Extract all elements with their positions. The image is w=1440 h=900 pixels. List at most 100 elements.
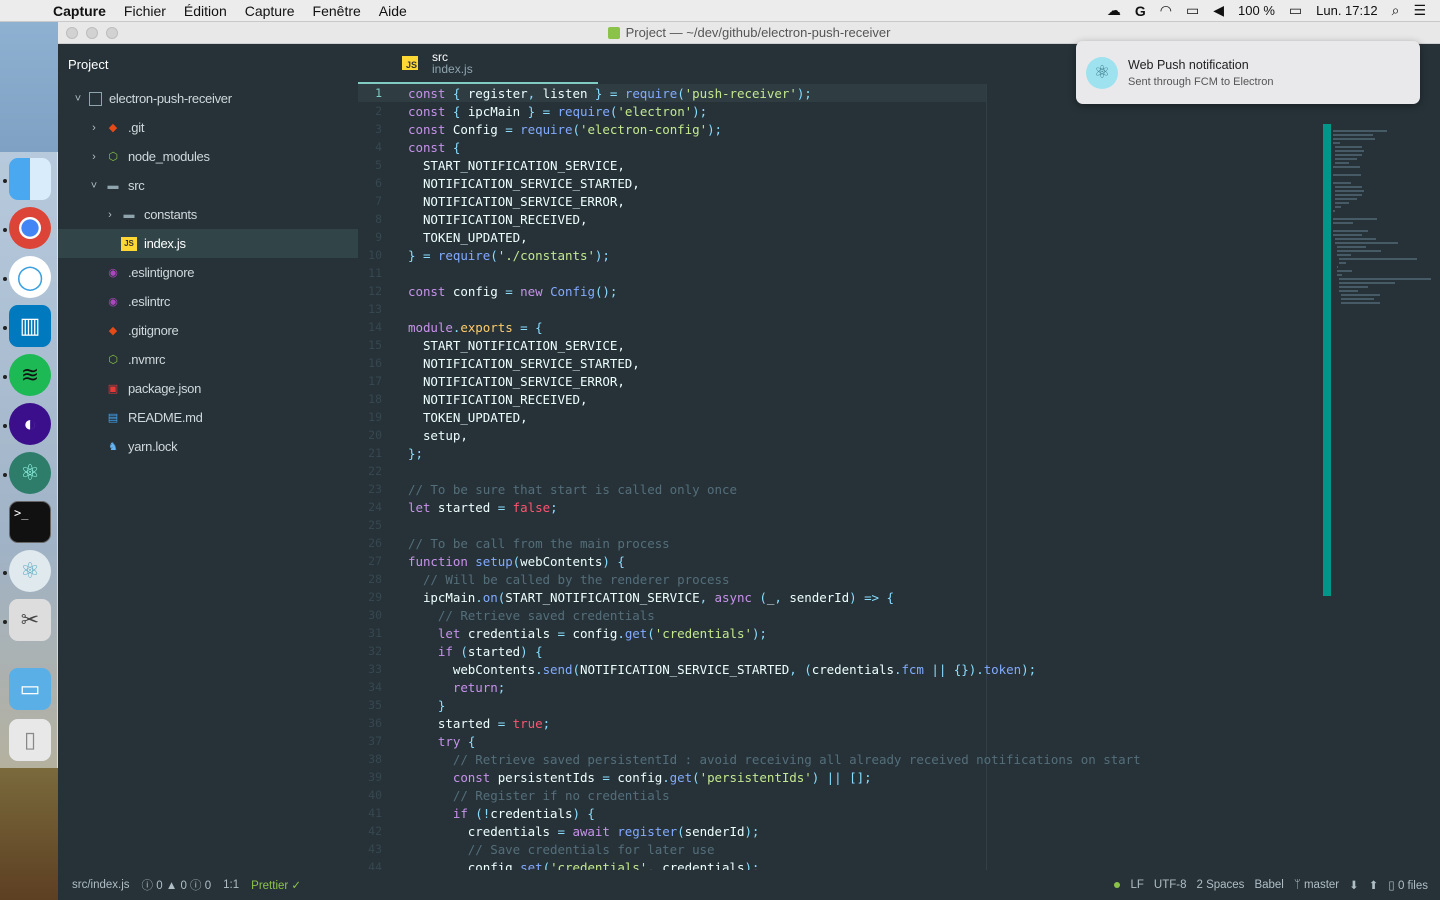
tree-item-root[interactable]: ˅ electron-push-receiver xyxy=(58,84,358,113)
linter-status[interactable]: ⓘ 0 ▲ 0 ⓘ 0 xyxy=(142,877,212,893)
status-file-path[interactable]: src/index.js xyxy=(72,879,130,891)
line-number[interactable]: 34 xyxy=(358,680,382,694)
menu-app[interactable]: Capture xyxy=(44,3,115,19)
line-number[interactable]: 26 xyxy=(358,536,382,550)
tab-index-js[interactable]: JS src index.js xyxy=(358,44,598,84)
tree-item-gitignore[interactable]: ◆ .gitignore xyxy=(58,316,358,345)
clock[interactable]: Lun. 17:12 xyxy=(1316,3,1377,18)
line-number[interactable]: 8 xyxy=(358,212,382,226)
encoding[interactable]: UTF-8 xyxy=(1154,879,1187,891)
line-number[interactable]: 35 xyxy=(358,698,382,712)
terminal-icon[interactable]: >_ xyxy=(9,501,51,543)
tree-item-constants[interactable]: › ▬ constants xyxy=(58,200,358,229)
trello-icon[interactable]: ▥ xyxy=(9,305,51,347)
tree-item-eslintrc[interactable]: ◉ .eslintrc xyxy=(58,287,358,316)
tree-item-yarn-lock[interactable]: ♞ yarn.lock xyxy=(58,432,358,461)
line-number[interactable]: 32 xyxy=(358,644,382,658)
line-number[interactable]: 29 xyxy=(358,590,382,604)
spotify-icon[interactable]: ≋ xyxy=(9,354,51,396)
grammar[interactable]: Babel xyxy=(1254,879,1283,891)
line-number[interactable]: 4 xyxy=(358,140,382,154)
cursor-position[interactable]: 1:1 xyxy=(223,879,239,891)
minimap[interactable] xyxy=(1323,124,1433,594)
line-number[interactable]: 31 xyxy=(358,626,382,640)
trash-icon[interactable]: ▯ xyxy=(9,719,51,761)
battery-percent[interactable]: 100 % xyxy=(1238,3,1275,18)
line-number[interactable]: 25 xyxy=(358,518,382,532)
line-number[interactable]: 10 xyxy=(358,248,382,262)
close-window-button[interactable] xyxy=(66,27,78,39)
tree-item-src[interactable]: ˅ ▬ src xyxy=(58,171,358,200)
line-number[interactable]: 9 xyxy=(358,230,382,244)
line-number[interactable]: 19 xyxy=(358,410,382,424)
line-number[interactable]: 40 xyxy=(358,788,382,802)
notification-center-icon[interactable]: ☰ xyxy=(1413,2,1426,19)
line-number[interactable]: 42 xyxy=(358,824,382,838)
station-icon[interactable]: ◐ xyxy=(9,403,51,445)
prettier-status[interactable]: Prettier ✓ xyxy=(251,878,301,892)
finder-icon[interactable] xyxy=(9,158,51,200)
tree-item-node-modules[interactable]: › ⬡ node_modules xyxy=(58,142,358,171)
indentation[interactable]: 2 Spaces xyxy=(1196,879,1244,891)
line-number[interactable]: 22 xyxy=(358,464,382,478)
line-number[interactable]: 12 xyxy=(358,284,382,298)
cloud-icon[interactable]: ☁ xyxy=(1107,2,1121,19)
line-number[interactable]: 18 xyxy=(358,392,382,406)
code-editor[interactable]: 1 const { register, listen } = require('p… xyxy=(358,84,1440,870)
line-number[interactable]: 2 xyxy=(358,104,382,118)
spotlight-icon[interactable]: ⌕ xyxy=(1392,2,1400,19)
atom-icon[interactable]: ⚛ xyxy=(9,452,51,494)
line-number[interactable]: 15 xyxy=(358,338,382,352)
line-number[interactable]: 37 xyxy=(358,734,382,748)
line-number[interactable]: 21 xyxy=(358,446,382,460)
line-number[interactable]: 13 xyxy=(358,302,382,316)
line-number[interactable]: 23 xyxy=(358,482,382,496)
line-number[interactable]: 5 xyxy=(358,158,382,172)
line-number[interactable]: 44 xyxy=(358,860,382,870)
line-number[interactable]: 28 xyxy=(358,572,382,586)
git-branch[interactable]: ᛘ master xyxy=(1294,879,1339,891)
tree-view-header[interactable]: Project xyxy=(58,44,358,84)
menu-capture[interactable]: Capture xyxy=(236,3,304,19)
line-number[interactable]: 17 xyxy=(358,374,382,388)
line-number[interactable]: 30 xyxy=(358,608,382,622)
line-number[interactable]: 14 xyxy=(358,320,382,334)
menu-edition[interactable]: Édition xyxy=(175,3,236,19)
line-number[interactable]: 33 xyxy=(358,662,382,676)
chrome-icon[interactable] xyxy=(9,207,51,249)
messenger-icon[interactable]: ◯ xyxy=(9,256,51,298)
airplay-icon[interactable]: ▭ xyxy=(1186,2,1199,19)
line-number[interactable]: 43 xyxy=(358,842,382,856)
line-number[interactable]: 39 xyxy=(358,770,382,784)
zoom-window-button[interactable] xyxy=(106,27,118,39)
line-number[interactable]: 7 xyxy=(358,194,382,208)
git-fetch-icon[interactable]: ⬇ xyxy=(1349,878,1359,892)
line-number[interactable]: 41 xyxy=(358,806,382,820)
line-number[interactable]: 27 xyxy=(358,554,382,568)
electron-app-icon[interactable]: ⚛ xyxy=(9,550,51,592)
tree-item-eslintignore[interactable]: ◉ .eslintignore xyxy=(58,258,358,287)
volume-icon[interactable]: ◀ xyxy=(1213,2,1224,19)
line-number[interactable]: 38 xyxy=(358,752,382,766)
line-number[interactable]: 6 xyxy=(358,176,382,190)
line-number[interactable]: 20 xyxy=(358,428,382,442)
google-icon[interactable]: G xyxy=(1135,3,1146,19)
menu-fenetre[interactable]: Fenêtre xyxy=(304,3,370,19)
battery-icon[interactable]: ▭ xyxy=(1289,2,1302,19)
push-notification[interactable]: ⚛ Web Push notification Sent through FCM… xyxy=(1076,41,1420,104)
menu-fichier[interactable]: Fichier xyxy=(115,3,175,19)
line-number[interactable]: 24 xyxy=(358,500,382,514)
tree-item-package-json[interactable]: ▣ package.json xyxy=(58,374,358,403)
tree-item-git[interactable]: › ◆ .git xyxy=(58,113,358,142)
line-number[interactable]: 36 xyxy=(358,716,382,730)
wifi-icon[interactable]: ◠ xyxy=(1160,2,1172,19)
line-number[interactable]: 1 xyxy=(358,86,382,100)
tree-item-readme[interactable]: ▤ README.md xyxy=(58,403,358,432)
menu-aide[interactable]: Aide xyxy=(370,3,416,19)
github-files[interactable]: ▯ 0 files xyxy=(1388,878,1428,892)
line-number[interactable]: 11 xyxy=(358,266,382,280)
line-ending[interactable]: LF xyxy=(1130,879,1143,891)
tree-item-nvmrc[interactable]: ⬡ .nvmrc xyxy=(58,345,358,374)
line-number[interactable]: 16 xyxy=(358,356,382,370)
minimize-window-button[interactable] xyxy=(86,27,98,39)
